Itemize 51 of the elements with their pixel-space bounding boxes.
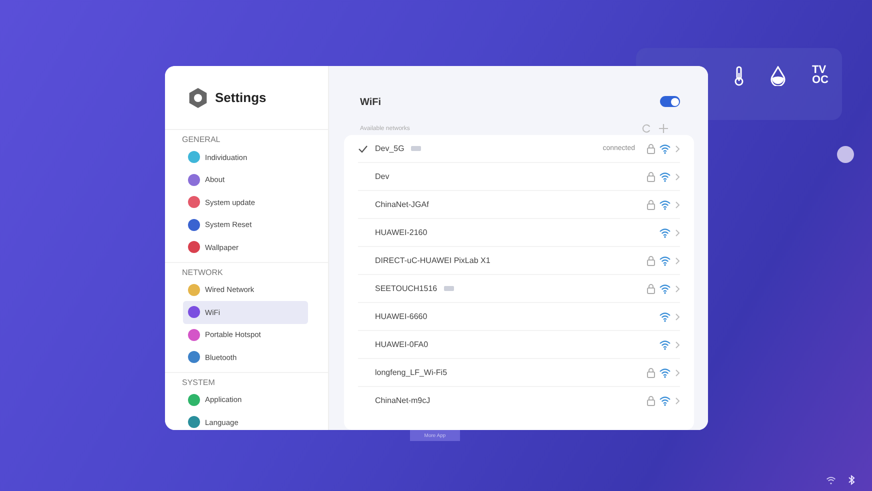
- wifi-icon: [826, 476, 836, 484]
- network-name: SEETOUCH1516: [375, 284, 438, 293]
- network-row[interactable]: HUAWEI-0FA0: [358, 331, 680, 359]
- thermometer-icon: [734, 66, 744, 86]
- tvoc-label: TVOC: [812, 66, 830, 86]
- network-name: ChinaNet-JGAf: [375, 200, 429, 209]
- wifi-signal-icon: [659, 172, 671, 182]
- chevron-right-icon: [675, 172, 680, 180]
- network-row[interactable]: HUAWEI-2160: [358, 219, 680, 247]
- wifi-signal-icon: [659, 256, 671, 266]
- network-row[interactable]: SEETOUCH1516: [358, 275, 680, 303]
- chevron-right-icon: [675, 396, 680, 404]
- network-name: DIRECT-uC-HUAWEI PixLab X1: [375, 256, 490, 265]
- chevron-right-icon: [675, 368, 680, 376]
- network-row[interactable]: ChinaNet-JGAf: [358, 191, 680, 219]
- wifi-signal-icon: [659, 396, 671, 406]
- settings-title: Settings: [215, 90, 266, 105]
- wifi-toggle[interactable]: [660, 96, 680, 107]
- network-name: Dev: [375, 172, 390, 181]
- network-name: Dev_5G: [375, 144, 404, 153]
- network-row[interactable]: Dev: [358, 163, 680, 191]
- chevron-right-icon: [675, 200, 680, 208]
- chevron-right-icon: [675, 312, 680, 320]
- bluetooth-icon: [848, 475, 855, 485]
- section-heading: NETWORK: [181, 266, 224, 278]
- wifi-signal-icon: [659, 228, 671, 238]
- chevron-right-icon: [675, 144, 680, 152]
- wifi-signal-icon: [659, 284, 671, 294]
- section-heading: SYSTEM: [181, 376, 216, 388]
- network-row[interactable]: HUAWEI-6660: [358, 303, 680, 331]
- network-name: HUAWEI-6660: [375, 312, 428, 321]
- wifi-signal-icon: [659, 312, 671, 322]
- chevron-right-icon: [675, 228, 680, 236]
- wifi-signal-icon: [659, 368, 671, 378]
- chevron-right-icon: [675, 340, 680, 348]
- network-row[interactable]: ChinaNet-m9cJ: [358, 387, 680, 414]
- wifi-title: WiFi: [360, 97, 382, 108]
- network-name: HUAWEI-2160: [375, 228, 428, 237]
- network-row[interactable]: DIRECT-uC-HUAWEI PixLab X1: [358, 247, 680, 275]
- network-name: ChinaNet-m9cJ: [375, 396, 430, 405]
- water-drop-icon: [770, 66, 786, 86]
- chevron-right-icon: [675, 256, 680, 264]
- section-heading: GENERAL: [181, 134, 222, 146]
- wifi-signal-icon: [659, 340, 671, 350]
- network-row[interactable]: longfeng_LF_Wi-Fi5: [358, 359, 680, 387]
- network-name: HUAWEI-0FA0: [375, 340, 428, 349]
- network-name: longfeng_LF_Wi-Fi5: [375, 368, 448, 377]
- wifi-signal-icon: [659, 200, 671, 210]
- chevron-right-icon: [675, 284, 680, 292]
- floating-ball[interactable]: [837, 146, 854, 163]
- wifi-signal-icon: [659, 144, 671, 154]
